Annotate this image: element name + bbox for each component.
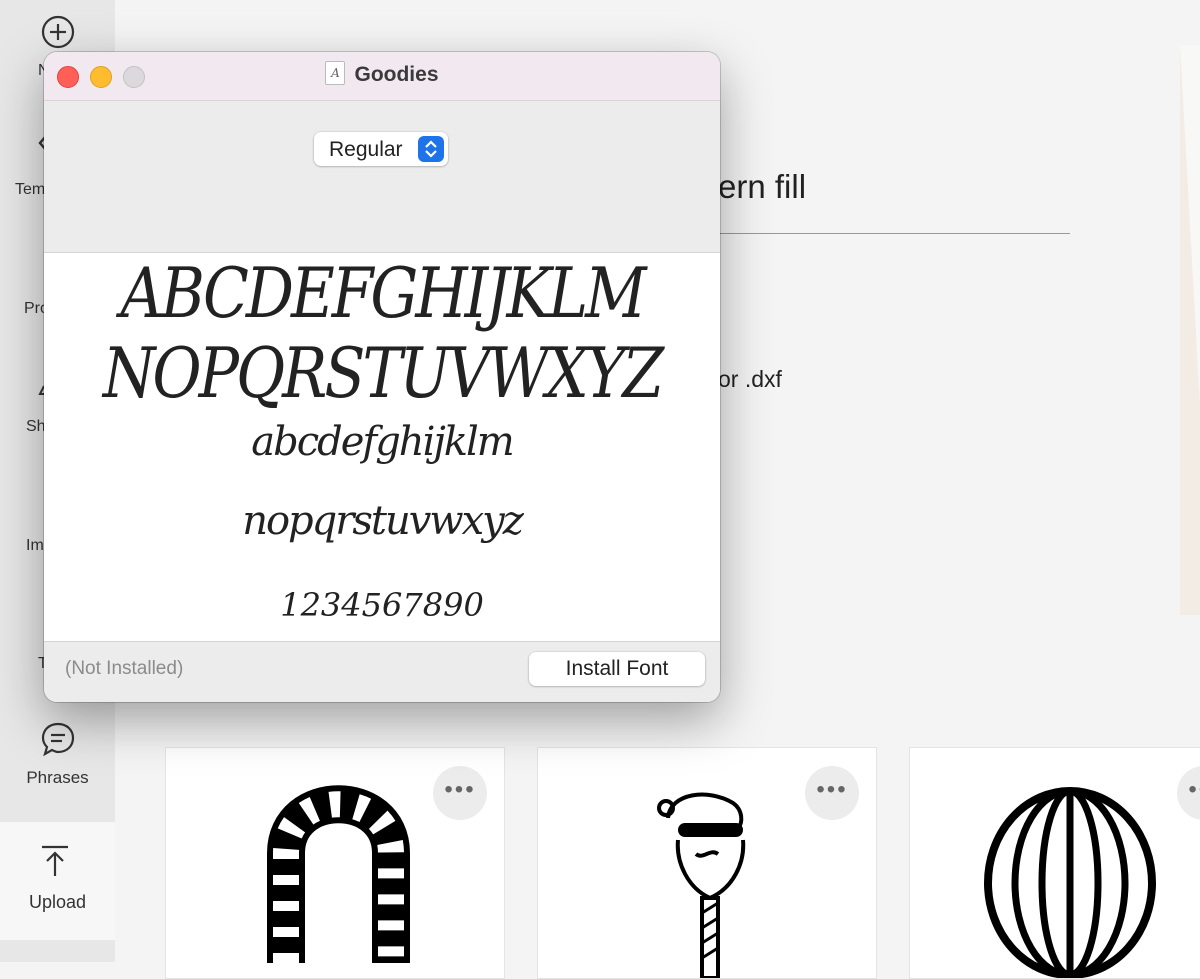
content-text: or .dxf <box>718 366 782 392</box>
design-card[interactable]: ••• <box>909 747 1200 979</box>
preview-uppercase-line-1: ABCDEFGHIJKLM <box>120 253 646 335</box>
install-status: (Not Installed) <box>65 658 184 679</box>
sidebar-item-label: Im <box>26 537 44 554</box>
dialog-footer: (Not Installed) Install Font <box>44 641 720 702</box>
design-card[interactable]: ••• <box>537 747 877 979</box>
preview-lowercase-line-1: abcdefghijklm <box>251 419 514 465</box>
font-preview-area: ABCDEFGHIJKLM NOPQRSTUVWXYZ abcdefghijkl… <box>44 253 720 641</box>
window-title: A Goodies <box>44 52 720 100</box>
font-preview-dialog: A Goodies Regular ABCDEFGHIJKLM NOPQRSTUV… <box>44 52 720 702</box>
font-document-icon: A <box>325 61 346 85</box>
sidebar-item-phrases[interactable]: Phrases <box>0 720 115 788</box>
sidebar-item-label: Upload <box>28 892 87 912</box>
preview-digits: 1234567890 <box>280 586 484 624</box>
plus-circle-icon <box>41 15 74 49</box>
font-style-value: Regular <box>329 138 403 161</box>
preview-lowercase-line-2: nopqrstuvwxyz <box>242 498 524 544</box>
dialog-toolbar: Regular <box>44 101 720 253</box>
sidebar-item-label: Phrases <box>26 768 89 787</box>
font-style-select[interactable]: Regular <box>314 132 448 166</box>
sidebar-item-label: Sh <box>26 418 46 435</box>
install-font-button[interactable]: Install Font <box>529 652 705 686</box>
select-stepper-icon <box>418 136 444 162</box>
content-heading: ern fill <box>718 168 807 205</box>
divider <box>718 233 1070 234</box>
right-panel-accent <box>1180 45 1200 405</box>
window-title-text: Goodies <box>354 63 439 86</box>
sidebar-item-new[interactable]: N <box>0 14 115 79</box>
sidebar-item-upload[interactable]: Upload <box>0 822 115 940</box>
more-options-button[interactable]: ••• <box>433 766 487 820</box>
ornament-ball-image <box>984 787 1156 978</box>
title-bar[interactable]: A Goodies <box>44 52 720 101</box>
speech-bubble-icon <box>41 722 74 757</box>
sidebar-item-label: Tem <box>15 181 46 198</box>
design-card[interactable]: ••• <box>165 747 505 979</box>
more-options-button[interactable]: ••• <box>805 766 859 820</box>
preview-uppercase-line-2: NOPQRSTUVWXYZ <box>102 333 664 415</box>
upload-icon <box>42 845 68 876</box>
